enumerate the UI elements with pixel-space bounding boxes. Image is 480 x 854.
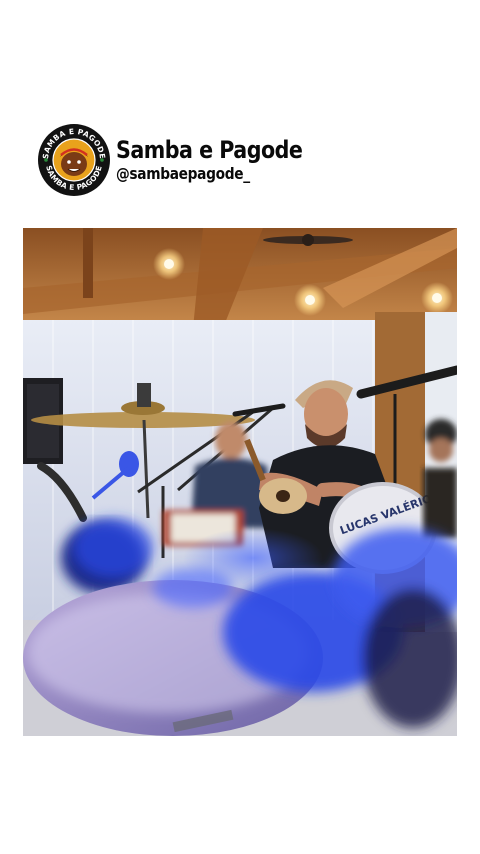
account-info: Samba e Pagode @sambaepagode_ — [116, 136, 333, 184]
performance-video-still: LUCAS VALÉRIO — [23, 228, 457, 736]
account-handle[interactable]: @sambaepagode_ — [116, 164, 302, 184]
mascot-badge-icon[interactable]: SAMBA E PAGODE SAMBA E PAGODE — [38, 124, 110, 196]
post-header: SAMBA E PAGODE SAMBA E PAGODE Samba e Pa… — [38, 124, 333, 196]
video-frame[interactable]: LUCAS VALÉRIO — [23, 228, 457, 736]
post-page: SAMBA E PAGODE SAMBA E PAGODE Samba e Pa… — [0, 0, 480, 854]
account-name[interactable]: Samba e Pagode — [116, 136, 303, 164]
